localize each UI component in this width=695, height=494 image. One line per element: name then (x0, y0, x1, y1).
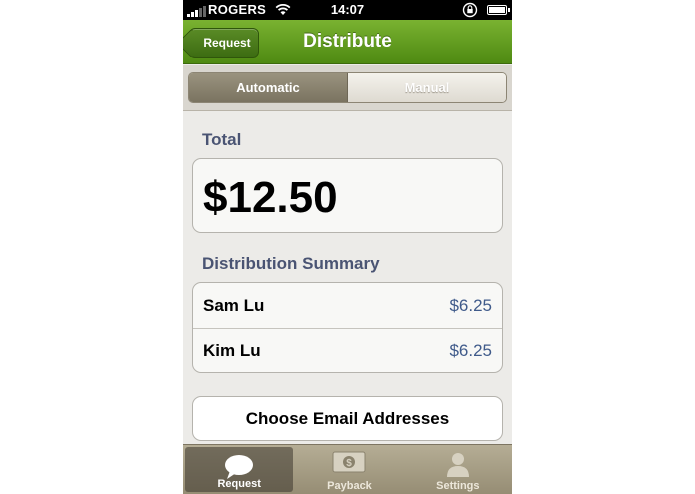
tab-request[interactable]: Request (185, 447, 294, 492)
person-name: Kim Lu (203, 341, 261, 360)
segment-bar: Automatic Manual (183, 65, 512, 111)
person-amount: $6.25 (449, 295, 492, 315)
tab-bar: Request $ Payback Settings (183, 444, 512, 494)
rotation-lock-icon (462, 2, 478, 18)
person-amount: $6.25 (449, 341, 492, 360)
total-amount: $12.50 (203, 173, 338, 222)
phone-screen: ROGERS 14:07 Request Distribute Automati… (183, 0, 512, 494)
status-bar: ROGERS 14:07 (183, 0, 512, 20)
total-label: Total (202, 130, 242, 149)
tab-payback-label: Payback (327, 480, 372, 492)
tab-settings-label: Settings (436, 480, 480, 492)
dollar-bill-icon: $ (332, 451, 366, 473)
page-title: Distribute (303, 31, 392, 52)
summary-row[interactable]: Kim Lu $6.25 (193, 328, 502, 372)
choose-email-addresses-button[interactable]: Choose Email Addresses (192, 396, 503, 441)
summary-row[interactable]: Sam Lu $6.25 (193, 283, 502, 328)
segment-manual[interactable]: Manual (348, 73, 506, 102)
navigation-bar: Request Distribute (183, 20, 512, 64)
total-card: $12.50 (192, 158, 503, 233)
segment-automatic[interactable]: Automatic (189, 73, 348, 102)
distribution-summary-label: Distribution Summary (202, 254, 380, 273)
battery-icon (487, 5, 510, 15)
distribution-mode-control: Automatic Manual (188, 72, 507, 103)
person-name: Sam Lu (203, 295, 265, 315)
tab-settings[interactable]: Settings (404, 445, 512, 494)
tab-payback[interactable]: $ Payback (295, 445, 403, 494)
segment-manual-label: Manual (404, 80, 450, 95)
segment-automatic-label: Automatic (236, 80, 300, 95)
person-icon (446, 453, 469, 477)
speech-bubble-icon (225, 455, 254, 479)
svg-text:$: $ (347, 458, 353, 469)
distribution-summary-list: Sam Lu $6.25 Kim Lu $6.25 (192, 282, 503, 373)
